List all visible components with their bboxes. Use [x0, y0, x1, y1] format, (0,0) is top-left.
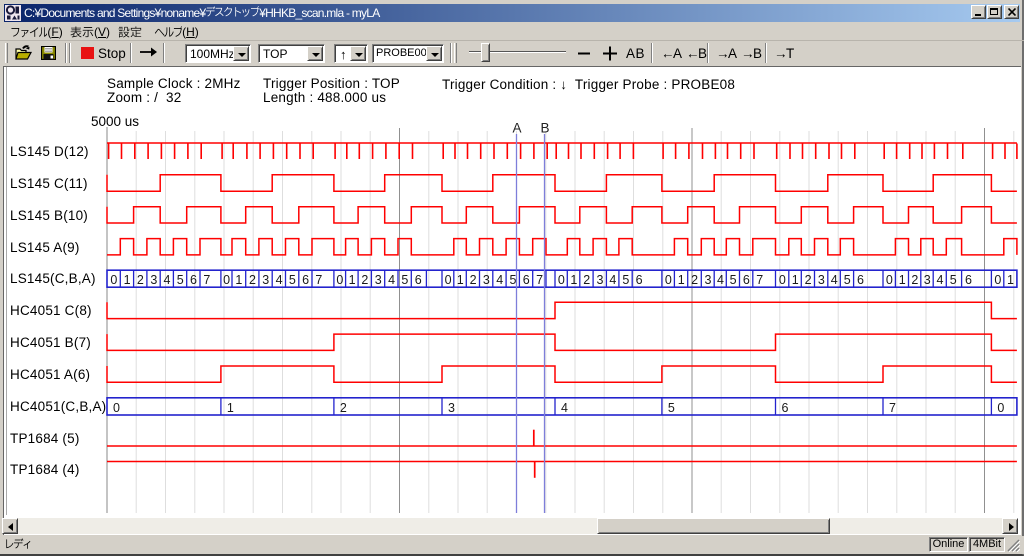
svg-text:2: 2 [583, 273, 590, 287]
svg-text:0: 0 [336, 273, 343, 287]
svg-text:0: 0 [779, 273, 786, 287]
svg-text:0: 0 [223, 273, 230, 287]
svg-text:3: 3 [375, 273, 382, 287]
svg-text:1: 1 [678, 273, 685, 287]
svg-text:3: 3 [597, 273, 604, 287]
svg-text:6: 6 [965, 273, 972, 287]
svg-text:2: 2 [911, 273, 918, 287]
svg-text:3: 3 [448, 401, 455, 415]
svg-text:5: 5 [844, 273, 851, 287]
svg-text:1: 1 [1007, 273, 1014, 287]
svg-text:0: 0 [886, 273, 893, 287]
svg-text:3: 3 [818, 273, 825, 287]
svg-text:3: 3 [924, 273, 931, 287]
svg-text:A: A [512, 121, 521, 136]
svg-text:6: 6 [302, 273, 309, 287]
svg-text:7: 7 [536, 273, 543, 287]
svg-text:1: 1 [235, 273, 242, 287]
svg-text:6: 6 [743, 273, 750, 287]
svg-text:4: 4 [561, 401, 568, 415]
svg-text:4: 4 [388, 273, 395, 287]
svg-text:0: 0 [997, 401, 1004, 415]
svg-text:6: 6 [190, 273, 197, 287]
svg-text:2: 2 [691, 273, 698, 287]
svg-text:6: 6 [782, 401, 789, 415]
svg-text:0: 0 [994, 273, 1001, 287]
svg-text:2: 2 [361, 273, 368, 287]
svg-text:3: 3 [150, 273, 157, 287]
svg-text:0: 0 [113, 401, 120, 415]
svg-text:2: 2 [137, 273, 144, 287]
svg-text:4: 4 [937, 273, 944, 287]
svg-text:5: 5 [401, 273, 408, 287]
svg-text:1: 1 [899, 273, 906, 287]
svg-text:1: 1 [124, 273, 131, 287]
svg-text:2: 2 [470, 273, 477, 287]
svg-text:3: 3 [483, 273, 490, 287]
svg-text:5: 5 [622, 273, 629, 287]
svg-text:2: 2 [805, 273, 812, 287]
svg-text:5: 5 [950, 273, 957, 287]
svg-text:1: 1 [570, 273, 577, 287]
svg-text:1: 1 [457, 273, 464, 287]
svg-text:1: 1 [227, 401, 234, 415]
svg-text:0: 0 [110, 273, 117, 287]
svg-text:2: 2 [249, 273, 256, 287]
svg-text:7: 7 [315, 273, 322, 287]
svg-text:6: 6 [857, 273, 864, 287]
svg-text:7: 7 [203, 273, 210, 287]
svg-text:B: B [540, 121, 549, 136]
svg-text:5: 5 [177, 273, 184, 287]
svg-text:5: 5 [730, 273, 737, 287]
svg-text:5: 5 [668, 401, 675, 415]
svg-text:4: 4 [496, 273, 503, 287]
svg-text:1: 1 [792, 273, 799, 287]
svg-text:6: 6 [523, 273, 530, 287]
svg-text:2: 2 [340, 401, 347, 415]
svg-text:0: 0 [558, 273, 565, 287]
svg-text:4: 4 [609, 273, 616, 287]
svg-text:5: 5 [510, 273, 517, 287]
svg-text:1: 1 [349, 273, 356, 287]
svg-text:3: 3 [705, 273, 712, 287]
svg-text:7: 7 [756, 273, 763, 287]
svg-text:4: 4 [831, 273, 838, 287]
svg-text:5: 5 [289, 273, 296, 287]
svg-text:4: 4 [276, 273, 283, 287]
svg-text:4: 4 [164, 273, 171, 287]
svg-text:7: 7 [889, 401, 896, 415]
svg-text:0: 0 [445, 273, 452, 287]
svg-text:0: 0 [665, 273, 672, 287]
svg-text:4: 4 [717, 273, 724, 287]
svg-text:6: 6 [636, 273, 643, 287]
svg-text:6: 6 [415, 273, 422, 287]
svg-text:3: 3 [262, 273, 269, 287]
